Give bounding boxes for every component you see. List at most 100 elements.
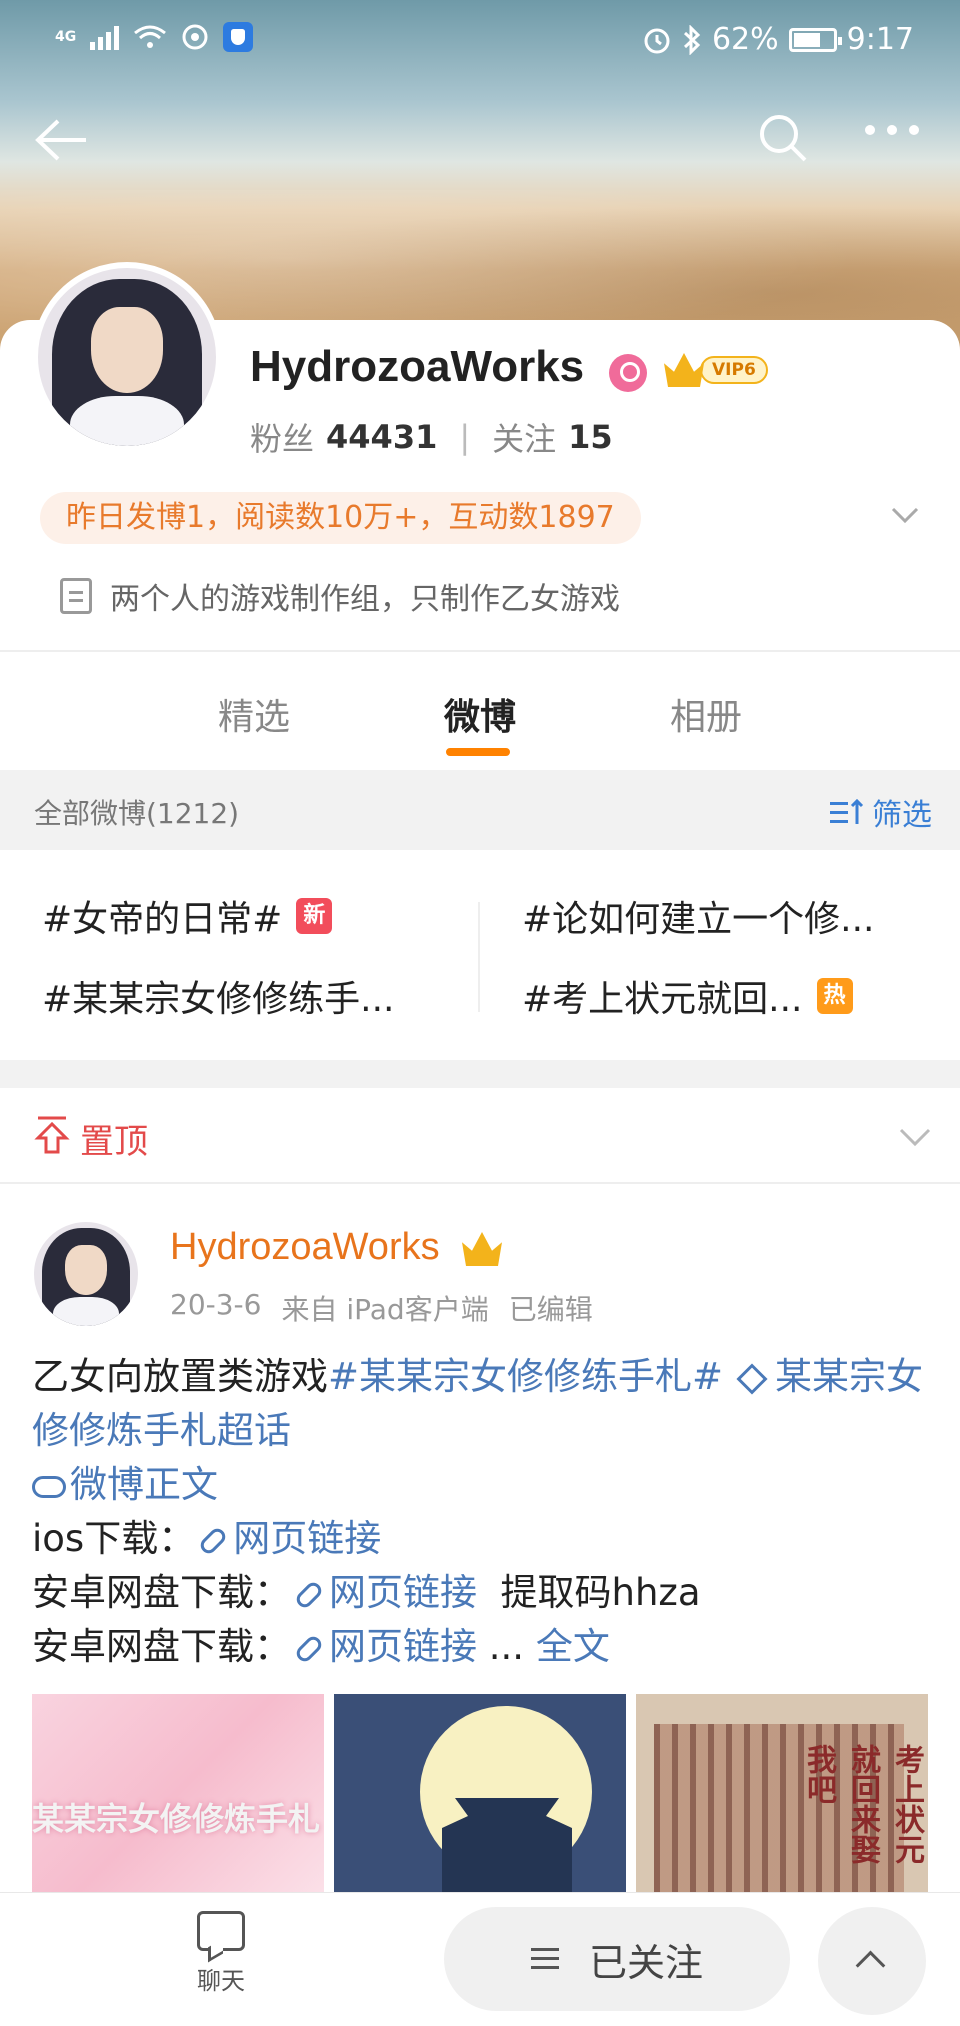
- post-meta: 20-3-6 来自 iPad客户端 已编辑: [170, 1288, 593, 1328]
- post-line: 安卓网盘下载： 网页链接 ... 全文: [32, 1620, 932, 1674]
- filter-label: 筛选: [872, 798, 932, 833]
- link-icon: [293, 1632, 325, 1665]
- link-icon: [197, 1524, 229, 1557]
- verified-badge-icon[interactable]: [609, 354, 647, 392]
- battery-percent: 62%: [711, 22, 779, 57]
- android-download-label: 安卓网盘下载：: [32, 1625, 291, 1668]
- post-date: 20-3-6: [170, 1288, 262, 1321]
- following-label: 已关注: [588, 1940, 703, 1985]
- bio-text: 两个人的游戏制作组，只制作乙女游戏: [110, 582, 620, 617]
- profile-bio: 两个人的游戏制作组，只制作乙女游戏: [60, 574, 620, 618]
- profile-username: HydrozoaWorks: [250, 342, 585, 391]
- section-gap: [0, 1060, 960, 1088]
- cloud-icon: [32, 1475, 66, 1498]
- profile-stats: 粉丝 44431 | 关注 15: [250, 414, 613, 460]
- post-source: 来自 iPad客户端: [281, 1293, 489, 1326]
- chevron-down-icon[interactable]: [890, 500, 920, 530]
- all-weibo-count: 全部微博(1212): [34, 797, 240, 830]
- post-line: 乙女向放置类游戏#某某宗女修修练手札# 某某宗女修修炼手札超话: [32, 1350, 932, 1458]
- post-image[interactable]: 考上状元就回来娶我吧: [636, 1694, 928, 1892]
- activity-summary[interactable]: 昨日发博1，阅读数10万+，互动数1897: [40, 492, 641, 544]
- topic-label: #论如何建立一个修...: [522, 899, 875, 940]
- vip-badge[interactable]: VIP6: [664, 352, 768, 388]
- super-topic-icon: [736, 1362, 768, 1395]
- new-badge: 新: [296, 898, 333, 934]
- active-tab-indicator: [446, 748, 510, 756]
- web-link[interactable]: 网页链接: [233, 1517, 381, 1560]
- chat-icon: [197, 1911, 245, 1951]
- alarm-icon: [644, 28, 670, 53]
- chat-button[interactable]: 聊天: [186, 1911, 256, 1996]
- extract-code: 提取码hhza: [500, 1571, 701, 1614]
- post-images: 某某宗女修修炼手札 考上状元就回来娶我吧: [32, 1694, 928, 1892]
- fans-count[interactable]: 44431: [326, 418, 437, 456]
- filter-bar: 全部微博(1212) 筛选: [0, 770, 960, 850]
- pinned-label: 置顶: [80, 1122, 148, 1162]
- hotspot-icon: [182, 24, 208, 50]
- post-line: ios下载： 网页链接: [32, 1512, 932, 1566]
- topic-label: #某某宗女修修练手...: [42, 979, 395, 1020]
- pin-top-icon: [34, 1116, 70, 1154]
- clock: 9:17: [846, 22, 914, 57]
- chevron-down-icon[interactable]: [898, 1120, 932, 1154]
- weibo-text-link[interactable]: 微博正文: [70, 1463, 218, 1506]
- divider: [0, 1182, 960, 1184]
- stats-separator: |: [459, 418, 471, 456]
- status-bar: 4G 62% 9:17: [0, 0, 960, 80]
- document-icon: [60, 578, 92, 614]
- pinned-header[interactable]: 置顶: [0, 1088, 960, 1184]
- link-icon: [293, 1578, 325, 1611]
- web-link[interactable]: 网页链接: [329, 1571, 477, 1614]
- full-text-link[interactable]: 全文: [536, 1625, 610, 1668]
- following-label: 关注: [492, 420, 557, 458]
- tab-featured[interactable]: 精选: [218, 688, 290, 740]
- crown-icon[interactable]: [462, 1232, 502, 1266]
- bottom-bar: 聊天 已关注: [0, 1892, 960, 2026]
- post-edited: 已编辑: [508, 1293, 593, 1326]
- back-arrow-icon[interactable]: [30, 115, 90, 165]
- vip-level: VIP6: [700, 356, 768, 384]
- wifi-icon: [134, 25, 167, 48]
- battery-icon: [788, 27, 842, 52]
- thumb-caption: 某某宗女修修炼手札: [32, 1800, 321, 1838]
- filter-icon: [830, 798, 864, 826]
- following-button[interactable]: 已关注: [444, 1907, 790, 2011]
- topic-item[interactable]: #考上状元就回... 热: [522, 970, 853, 1022]
- hot-badge: 热: [816, 978, 853, 1014]
- signal-type: 4G: [55, 29, 77, 45]
- scroll-to-top-button[interactable]: [818, 1907, 926, 2015]
- post-image[interactable]: [334, 1694, 626, 1892]
- topic-label: #考上状元就回...: [522, 979, 803, 1020]
- post-line: 微博正文: [32, 1458, 932, 1512]
- following-count[interactable]: 15: [568, 418, 613, 456]
- post-author-name[interactable]: HydrozoaWorks: [170, 1226, 440, 1269]
- topic-item[interactable]: #某某宗女修修练手...: [42, 970, 395, 1022]
- signal-icon: [90, 24, 120, 50]
- topic-item[interactable]: #论如何建立一个修...: [522, 890, 875, 942]
- filter-button[interactable]: 筛选: [830, 790, 932, 834]
- topic-divider: [478, 902, 480, 1012]
- post-image[interactable]: 某某宗女修修炼手札: [32, 1694, 324, 1892]
- profile-avatar[interactable]: [32, 262, 222, 452]
- post-body: 乙女向放置类游戏#某某宗女修修练手札# 某某宗女修修炼手札超话 微博正文 ios下…: [32, 1350, 932, 1674]
- crown-icon: [664, 353, 704, 387]
- more-icon[interactable]: [865, 125, 919, 135]
- android-download-label: 安卓网盘下载：: [32, 1571, 291, 1614]
- post-author-avatar[interactable]: [34, 1222, 138, 1326]
- topics-panel: #女帝的日常# 新 #论如何建立一个修... #某某宗女修修练手... #考上状…: [0, 850, 960, 1060]
- ios-download-label: ios下载：: [32, 1517, 196, 1560]
- chat-label: 聊天: [197, 1967, 245, 1995]
- ellipsis: ...: [488, 1625, 525, 1668]
- web-link[interactable]: 网页链接: [329, 1625, 477, 1668]
- search-icon[interactable]: [755, 110, 811, 166]
- fans-label: 粉丝: [250, 420, 315, 458]
- hashtag-link[interactable]: #某某宗女修修练手札#: [328, 1355, 723, 1398]
- tab-album[interactable]: 相册: [670, 688, 742, 740]
- post-text: 乙女向放置类游戏: [32, 1355, 328, 1398]
- tab-weibo[interactable]: 微博: [444, 688, 516, 740]
- thumb-caption: 考上状元就回来娶我吧: [801, 1744, 924, 1864]
- menu-icon: [530, 1948, 559, 1970]
- security-shield-icon: [223, 22, 254, 52]
- topic-item[interactable]: #女帝的日常# 新: [42, 890, 333, 942]
- bluetooth-icon: [683, 24, 701, 55]
